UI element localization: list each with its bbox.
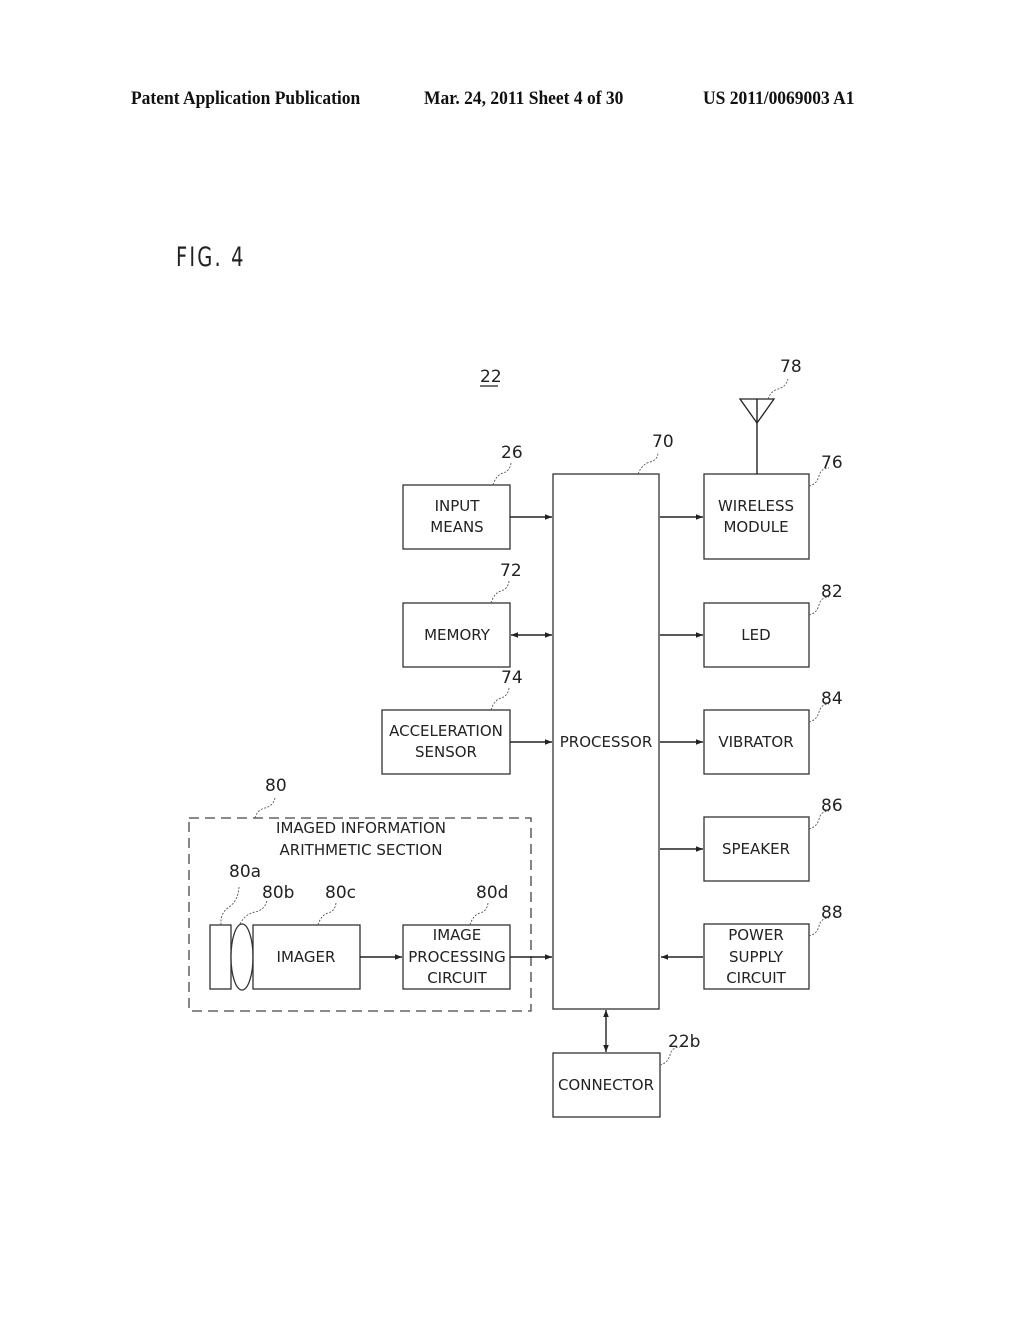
svg-text:PROCESSING: PROCESSING: [408, 948, 506, 966]
svg-text:LED: LED: [741, 626, 770, 644]
acceleration-sensor-block: ACCELERATION SENSOR 74: [381, 668, 523, 775]
input-means-block: INPUT MEANS 26: [402, 443, 523, 550]
power-supply-block: POWER SUPPLY CIRCUIT 88: [703, 903, 843, 990]
svg-text:78: 78: [780, 357, 802, 377]
device-ref-22: 22: [480, 367, 502, 387]
svg-text:88: 88: [821, 903, 843, 923]
svg-text:80d: 80d: [476, 883, 508, 903]
svg-text:80a: 80a: [229, 862, 261, 882]
processor-ref: 70: [652, 432, 674, 452]
svg-text:80: 80: [265, 776, 287, 796]
speaker-block: SPEAKER 86: [703, 796, 843, 882]
svg-text:SUPPLY: SUPPLY: [729, 948, 784, 966]
svg-text:VIBRATOR: VIBRATOR: [718, 733, 793, 751]
wireless-module-block: WIRELESS MODULE 76: [703, 453, 843, 560]
svg-text:IMAGED INFORMATION: IMAGED INFORMATION: [276, 819, 446, 837]
svg-text:72: 72: [500, 561, 522, 581]
svg-text:WIRELESS: WIRELESS: [718, 497, 794, 515]
image-processing-circuit-block: IMAGE PROCESSING CIRCUIT 80d: [402, 883, 511, 990]
svg-text:22b: 22b: [668, 1032, 700, 1052]
svg-text:IMAGE: IMAGE: [433, 926, 481, 944]
svg-text:IMAGER: IMAGER: [277, 948, 336, 966]
processor-label: PROCESSOR: [560, 733, 653, 751]
svg-text:POWER: POWER: [728, 926, 784, 944]
svg-text:MEANS: MEANS: [430, 518, 483, 536]
svg-text:76: 76: [821, 453, 843, 473]
connector-block: CONNECTOR 22b: [552, 1032, 700, 1118]
block-diagram: 22 PROCESSOR 70 INPUT MEANS 26 MEMORY 72…: [188, 357, 843, 1118]
svg-text:SENSOR: SENSOR: [415, 743, 477, 761]
svg-text:ARITHMETIC SECTION: ARITHMETIC SECTION: [280, 841, 443, 859]
svg-text:CIRCUIT: CIRCUIT: [427, 969, 487, 987]
svg-text:MODULE: MODULE: [723, 518, 788, 536]
svg-text:INPUT: INPUT: [435, 497, 481, 515]
svg-text:74: 74: [501, 668, 523, 688]
processor-block: PROCESSOR 70: [552, 432, 674, 1010]
svg-text:80c: 80c: [325, 883, 356, 903]
svg-text:SPEAKER: SPEAKER: [722, 840, 790, 858]
svg-text:26: 26: [501, 443, 523, 463]
svg-text:82: 82: [821, 582, 843, 602]
svg-text:84: 84: [821, 689, 843, 709]
led-block: LED 82: [703, 582, 843, 668]
svg-text:80b: 80b: [262, 883, 294, 903]
svg-text:22: 22: [480, 367, 502, 387]
vibrator-block: VIBRATOR 84: [703, 689, 843, 775]
antenna-icon: 78: [738, 357, 802, 474]
svg-text:CIRCUIT: CIRCUIT: [726, 969, 786, 987]
svg-text:86: 86: [821, 796, 843, 816]
memory-block: MEMORY 72: [402, 561, 522, 668]
svg-text:ACCELERATION: ACCELERATION: [389, 722, 503, 740]
svg-text:MEMORY: MEMORY: [424, 626, 491, 644]
svg-text:CONNECTOR: CONNECTOR: [558, 1076, 654, 1094]
